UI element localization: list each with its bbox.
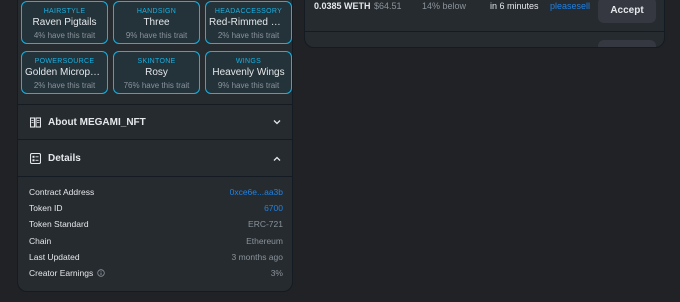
detail-value: ERC-721 — [248, 219, 283, 230]
item-details-panel: HAIRSTYLE Raven Pigtails 4% have this tr… — [17, 0, 293, 292]
detail-row-token-standard: Token Standard ERC-721 — [29, 216, 283, 232]
offer-price: 0.0385 WETH — [314, 1, 371, 11]
detail-label: Contract Address — [29, 187, 95, 198]
details-body: Contract Address 0xce6e...aa3b Token ID … — [18, 176, 292, 291]
trait-type: HAIRSTYLE — [43, 8, 86, 15]
detail-label: Last Updated — [29, 251, 80, 262]
trait-value: Golden Micropho... — [25, 67, 107, 78]
trait-value: Red-Rimmed Gl... — [209, 17, 290, 28]
trait-card[interactable]: POWERSOURCE Golden Micropho... 2% have t… — [21, 51, 108, 94]
details-header[interactable]: Details — [18, 139, 292, 177]
detail-label: Creator Earnings — [29, 268, 94, 279]
trait-card[interactable]: HAIRSTYLE Raven Pigtails 4% have this tr… — [21, 1, 108, 44]
detail-row-contract-address: Contract Address 0xce6e...aa3b — [29, 184, 283, 200]
detail-value: Ethereum — [246, 235, 283, 246]
detail-row-token-id: Token ID 6700 — [29, 200, 283, 216]
offer-usd-price: $64.51 — [374, 1, 402, 11]
row-divider — [305, 31, 664, 32]
trait-value: Heavenly Wings — [212, 67, 285, 78]
trait-value: Three — [143, 17, 170, 28]
info-icon[interactable] — [97, 269, 105, 277]
about-collection-header[interactable]: About MEGAMI_NFT — [18, 104, 292, 139]
chevron-up-icon — [272, 154, 282, 164]
trait-card[interactable]: HANDSIGN Three 9% have this trait — [113, 1, 200, 44]
trait-value: Rosy — [145, 67, 168, 78]
contract-address-link[interactable]: 0xce6e...aa3b — [230, 187, 283, 197]
detail-row-creator-earnings: Creator Earnings 3% — [29, 265, 283, 281]
accept-offer-button[interactable]: Accept — [598, 0, 656, 23]
trait-card[interactable]: SKINTONE Rosy 76% have this trait — [113, 51, 200, 94]
trait-value: Raven Pigtails — [32, 17, 97, 28]
offer-floor-difference: 14% below — [422, 1, 467, 11]
details-card-icon — [30, 153, 41, 164]
detail-value: 3 months ago — [231, 251, 283, 262]
accept-offer-button-2[interactable] — [598, 40, 656, 47]
trait-type: SKINTONE — [137, 58, 176, 65]
chevron-down-icon — [272, 117, 282, 127]
trait-rarity: 4% have this trait — [33, 31, 96, 40]
detail-label-with-info: Creator Earnings — [29, 268, 105, 278]
trait-rarity: 9% have this trait — [125, 31, 188, 40]
offer-expiration: in 6 minutes — [490, 1, 539, 11]
offer-from-link[interactable]: pleasesell — [550, 1, 590, 11]
offers-panel: 0.0385 WETH $64.51 14% below in 6 minute… — [304, 0, 665, 48]
trait-type: WINGS — [235, 58, 262, 65]
detail-row-last-updated: Last Updated 3 months ago — [29, 249, 283, 265]
trait-rarity: 9% have this trait — [217, 81, 280, 90]
offer-row: 0.0385 WETH $64.51 14% below in 6 minute… — [305, 0, 664, 25]
detail-label: Token ID — [29, 203, 63, 214]
traits-grid: HAIRSTYLE Raven Pigtails 4% have this tr… — [21, 1, 292, 97]
detail-value: 3% — [270, 268, 283, 279]
trait-rarity: 2% have this trait — [217, 31, 280, 40]
trait-type: HANDSIGN — [136, 8, 177, 15]
trait-rarity: 76% have this trait — [123, 81, 190, 90]
trait-type: POWERSOURCE — [34, 58, 95, 65]
detail-label: Chain — [29, 235, 52, 246]
about-collection-title: About MEGAMI_NFT — [48, 116, 146, 128]
detail-label: Token Standard — [29, 219, 89, 230]
token-id-link[interactable]: 6700 — [264, 203, 283, 213]
book-icon — [30, 116, 41, 128]
trait-rarity: 2% have this trait — [33, 81, 96, 90]
trait-type: HEADACCESSORY — [214, 8, 283, 15]
details-title: Details — [48, 153, 81, 164]
detail-row-chain: Chain Ethereum — [29, 233, 283, 249]
trait-card[interactable]: HEADACCESSORY Red-Rimmed Gl... 2% have t… — [205, 1, 292, 44]
trait-card[interactable]: WINGS Heavenly Wings 9% have this trait — [205, 51, 292, 94]
